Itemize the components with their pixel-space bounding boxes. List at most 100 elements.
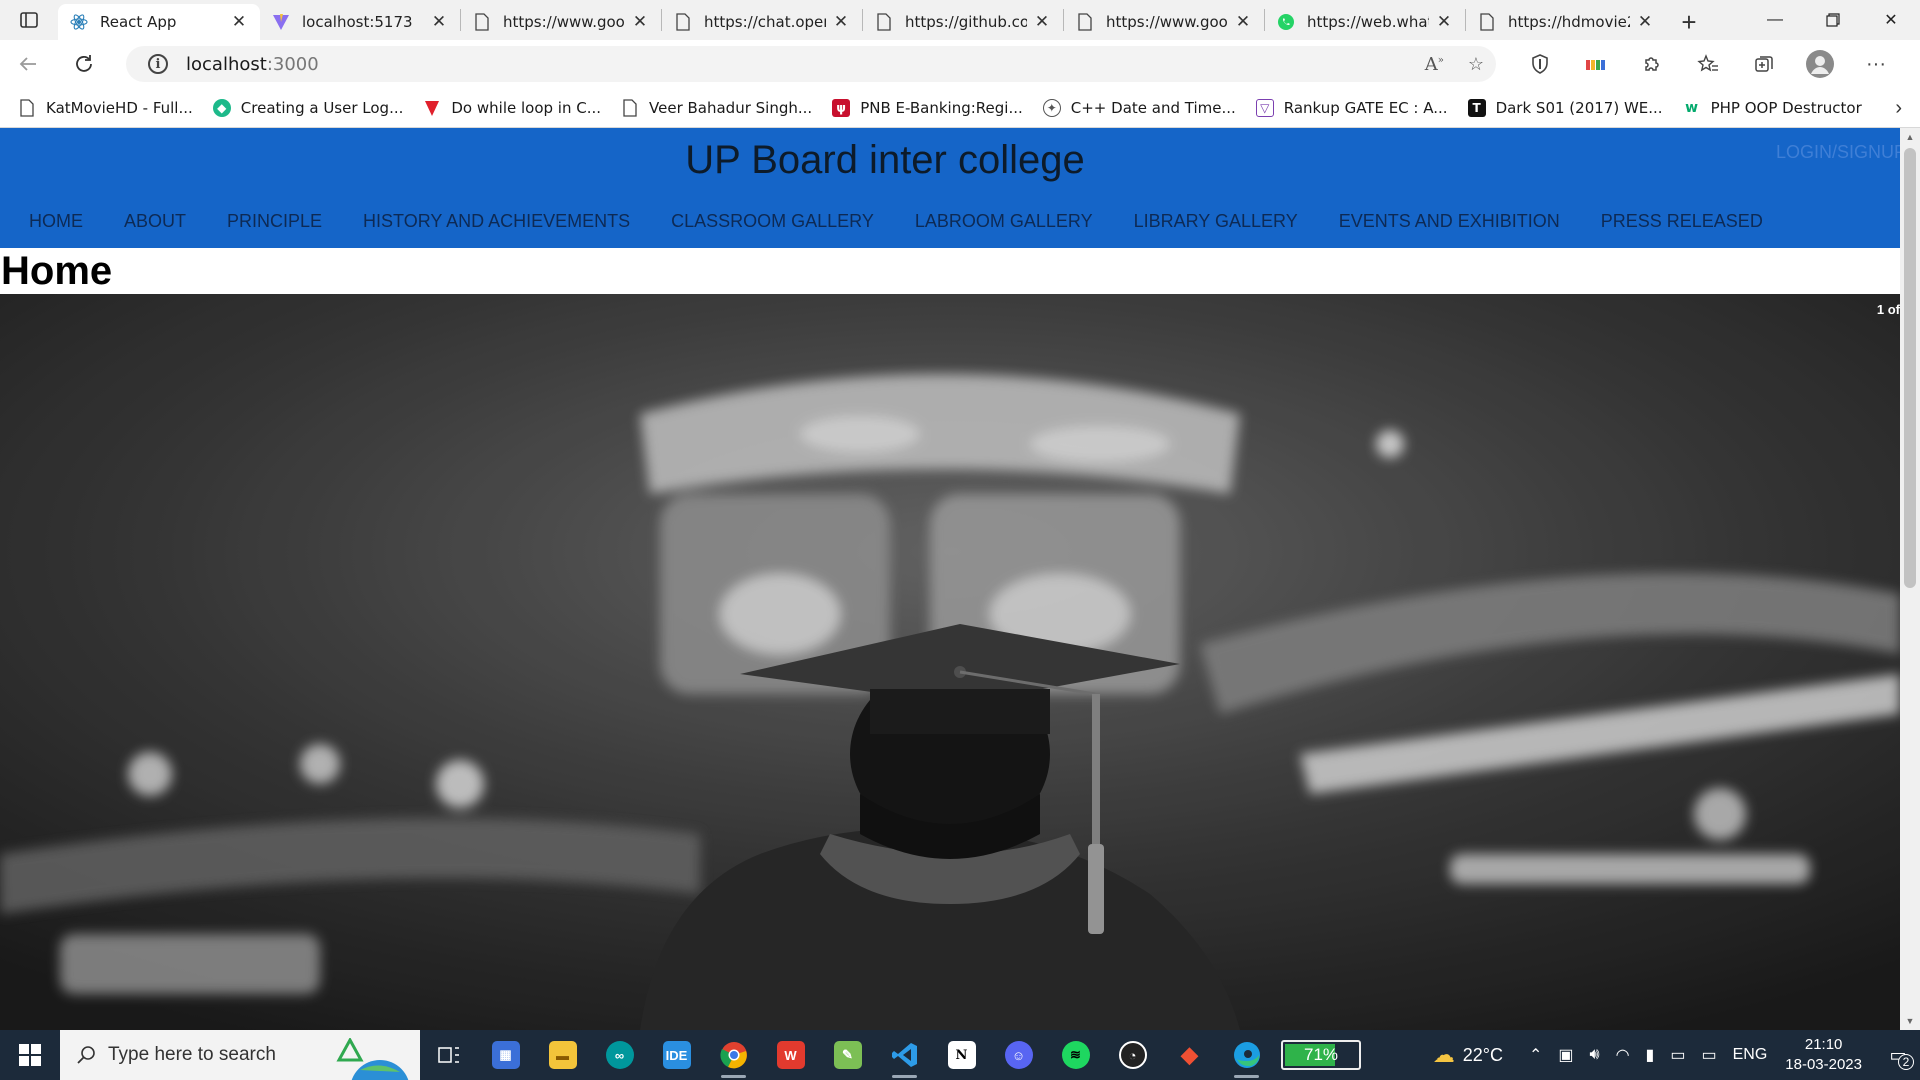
bookmark-item[interactable]: ψ PNB E-Banking:Regi...	[832, 98, 1023, 117]
language-indicator[interactable]: ENG	[1733, 1046, 1768, 1064]
close-tab-icon[interactable]: ✕	[631, 12, 649, 32]
tab-github[interactable]: https://github.com ✕	[863, 4, 1063, 40]
nav-about[interactable]: ABOUT	[124, 211, 186, 232]
battery-icon[interactable]: ▭	[1701, 1045, 1716, 1065]
close-tab-icon[interactable]: ✕	[1636, 12, 1654, 32]
minimize-icon: —	[1767, 11, 1783, 28]
profile-button[interactable]	[1792, 40, 1848, 88]
login-signup-link[interactable]: LOGIN/SIGNUP	[1776, 142, 1900, 163]
address-bar[interactable]: i localhost:3000 A» ☆	[126, 46, 1496, 82]
bookmark-item[interactable]: ✦ C++ Date and Time...	[1042, 98, 1236, 117]
site-info-icon[interactable]: i	[148, 54, 168, 74]
wifi-icon[interactable]: ◠	[1616, 1045, 1630, 1065]
notification-center-button[interactable]: ▭ 2	[1876, 1030, 1920, 1080]
colorful-extension-button[interactable]	[1568, 40, 1624, 88]
taskbar-search[interactable]: Type here to search	[60, 1030, 420, 1080]
tab-actions-button[interactable]	[0, 0, 58, 40]
active-indicator	[892, 1075, 917, 1078]
task-view-button[interactable]	[420, 1030, 477, 1080]
restore-button[interactable]	[1804, 0, 1862, 40]
refresh-button[interactable]	[56, 40, 112, 88]
battery-widget[interactable]: 71%	[1281, 1040, 1361, 1070]
taskbar-app-editor[interactable]: ✎	[819, 1030, 876, 1080]
taskbar-app-obs[interactable]: ◔	[1104, 1030, 1161, 1080]
hero-slideshow-image[interactable]: 1 of	[0, 294, 1900, 1030]
page-scrollbar[interactable]: ▲ ▼	[1900, 128, 1920, 1030]
close-icon: ✕	[1884, 12, 1898, 29]
nav-events-exhibition[interactable]: EVENTS AND EXHIBITION	[1339, 211, 1560, 232]
taskbar-app-ide[interactable]: IDE	[648, 1030, 705, 1080]
add-favorite-icon[interactable]: ☆	[1468, 54, 1484, 75]
speaker-icon[interactable]: 🔊︎	[1589, 1046, 1599, 1064]
nav-principle[interactable]: PRINCIPLE	[227, 211, 322, 232]
new-tab-button[interactable]: +	[1666, 4, 1712, 40]
close-tab-icon[interactable]: ✕	[430, 12, 448, 32]
collections-button[interactable]	[1736, 40, 1792, 88]
plus-icon: +	[1681, 6, 1697, 37]
close-tab-icon[interactable]: ✕	[1033, 12, 1051, 32]
close-tab-icon[interactable]: ✕	[230, 12, 248, 32]
scroll-up-icon[interactable]: ▲	[1900, 128, 1920, 146]
close-tab-icon[interactable]: ✕	[832, 12, 850, 32]
bookmark-item[interactable]: Veer Bahadur Singh...	[621, 99, 812, 117]
microphone-icon[interactable]: ▮	[1646, 1045, 1655, 1065]
bookmark-item[interactable]: ▽ Rankup GATE EC : A...	[1255, 98, 1448, 117]
scroll-down-icon[interactable]: ▼	[1900, 1012, 1920, 1030]
close-tab-icon[interactable]: ✕	[1435, 12, 1453, 32]
nav-library-gallery[interactable]: LIBRARY GALLERY	[1134, 211, 1298, 232]
taskbar-app-git[interactable]: ◆	[1161, 1030, 1218, 1080]
site-title: UP Board inter college	[685, 138, 1085, 182]
bookmark-label: Do while loop in C...	[451, 98, 602, 117]
taskbar-app-discord[interactable]: ☺	[990, 1030, 1047, 1080]
tab-localhost-5173[interactable]: localhost:5173 ✕	[260, 4, 460, 40]
tab-chat-openai[interactable]: https://chat.opena ✕	[662, 4, 862, 40]
taskbar-app-vscode[interactable]	[876, 1030, 933, 1080]
taskbar-app-notion[interactable]: N	[933, 1030, 990, 1080]
bookmark-item[interactable]: w PHP OOP Destructor	[1683, 99, 1862, 117]
taskbar-app-edge[interactable]	[1218, 1030, 1275, 1080]
display-icon[interactable]: ▭	[1670, 1045, 1685, 1065]
windows-taskbar: Type here to search ▦ ▬ ∞ IDE W ✎ N ☺ ≋ …	[0, 1030, 1920, 1080]
nav-history-achievements[interactable]: HISTORY AND ACHIEVEMENTS	[363, 211, 630, 232]
back-button[interactable]	[0, 40, 56, 88]
taskbar-app-file-explorer[interactable]: ▬	[534, 1030, 591, 1080]
weather-temp: 22°C	[1462, 1044, 1503, 1065]
favorites-button[interactable]	[1680, 40, 1736, 88]
taskbar-app-spotify[interactable]: ≋	[1047, 1030, 1104, 1080]
taskbar-app-arduino[interactable]: ∞	[591, 1030, 648, 1080]
taskbar-app-photos[interactable]: ▦	[477, 1030, 534, 1080]
camera-icon[interactable]: ▣	[1558, 1045, 1573, 1065]
shield-extension-button[interactable]	[1512, 40, 1568, 88]
vscode-icon	[891, 1043, 917, 1067]
chrome-icon	[719, 1042, 747, 1069]
settings-menu-button[interactable]: ···	[1848, 40, 1904, 88]
start-button[interactable]	[0, 1030, 60, 1080]
minimize-button[interactable]: —	[1746, 0, 1804, 40]
tab-google-1[interactable]: https://www.goog ✕	[461, 4, 661, 40]
extensions-button[interactable]	[1624, 40, 1680, 88]
windows-logo-icon	[19, 1044, 41, 1066]
bookmark-item[interactable]: KatMovieHD - Full...	[18, 99, 193, 117]
chevron-up-icon[interactable]: ⌃	[1529, 1045, 1542, 1065]
scrollbar-thumb[interactable]	[1904, 148, 1916, 588]
nav-classroom-gallery[interactable]: CLASSROOM GALLERY	[671, 211, 874, 232]
more-bookmarks-button[interactable]: ›	[1895, 88, 1902, 128]
weather-widget[interactable]: ☁ 22°C	[1433, 1042, 1503, 1068]
taskbar-app-wps[interactable]: W	[762, 1030, 819, 1080]
tab-google-2[interactable]: https://www.goog ✕	[1064, 4, 1264, 40]
close-window-button[interactable]: ✕	[1862, 0, 1920, 40]
bookmark-item[interactable]: T Dark S01 (2017) WE...	[1467, 98, 1663, 117]
taskbar-app-chrome[interactable]	[705, 1030, 762, 1080]
nav-home[interactable]: HOME	[29, 211, 83, 232]
close-tab-icon[interactable]: ✕	[1234, 12, 1252, 32]
nav-press-released[interactable]: PRESS RELEASED	[1601, 211, 1763, 232]
read-aloud-icon[interactable]: A»	[1425, 54, 1444, 75]
tab-whatsapp[interactable]: https://web.whats ✕	[1265, 4, 1465, 40]
toolbar-extensions: ···	[1512, 40, 1904, 88]
nav-labroom-gallery[interactable]: LABROOM GALLERY	[915, 211, 1093, 232]
bookmark-item[interactable]: ◆ Creating a User Log...	[212, 98, 403, 117]
bookmark-item[interactable]: Do while loop in C...	[423, 99, 601, 117]
clock[interactable]: 21:10 18-03-2023	[1785, 1035, 1862, 1075]
tab-react-app[interactable]: React App ✕	[58, 4, 260, 40]
tab-hdmovie[interactable]: https://hdmovie2 ✕	[1466, 4, 1666, 40]
